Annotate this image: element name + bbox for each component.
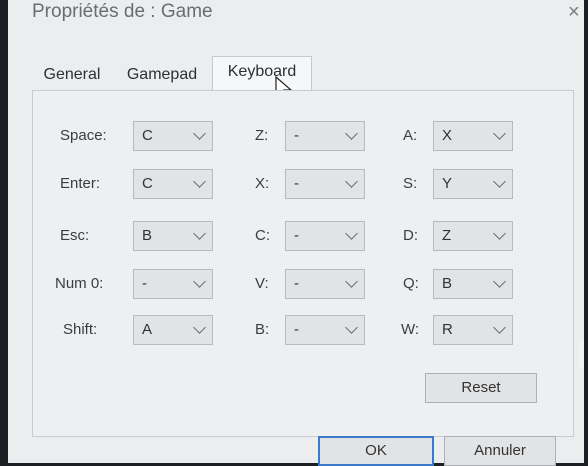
x-key-select[interactable]: - (285, 169, 365, 199)
window-edge-highlight (579, 340, 584, 368)
q-label: Q: (403, 275, 419, 292)
close-icon[interactable]: × (568, 2, 580, 22)
properties-dialog: Propriétés de : Game × General Gamepad K… (8, 0, 584, 466)
esc-label: Esc: (60, 227, 90, 244)
chevron-down-icon (193, 321, 206, 334)
tab-gamepad[interactable]: Gamepad (114, 60, 210, 90)
esc-key-value: B (142, 227, 153, 244)
b-key-value: - (294, 321, 299, 338)
d-label: D: (403, 227, 418, 244)
d-key-value: Z (442, 227, 452, 244)
v-key-value: - (294, 275, 299, 292)
z-label: Z: (255, 127, 269, 144)
c-key-value: - (294, 227, 299, 244)
keyboard-panel: Space: C Enter: C Esc: B Num 0: - Shift:… (32, 90, 574, 437)
shift-key-select[interactable]: A (133, 315, 213, 345)
v-label: V: (255, 275, 269, 292)
chevron-down-icon (345, 227, 358, 240)
chevron-down-icon (345, 275, 358, 288)
chevron-down-icon (493, 321, 506, 334)
shift-key-value: A (142, 321, 153, 338)
tab-keyboard[interactable]: Keyboard (212, 56, 312, 91)
q-key-value: B (442, 275, 453, 292)
chevron-down-icon (193, 127, 206, 140)
enter-label: Enter: (60, 175, 101, 192)
w-label: W: (401, 321, 420, 338)
chevron-down-icon (193, 227, 206, 240)
cancel-button[interactable]: Annuler (444, 436, 556, 466)
b-key-select[interactable]: - (285, 315, 365, 345)
chevron-down-icon (193, 275, 206, 288)
q-key-select[interactable]: B (433, 269, 513, 299)
a-key-select[interactable]: X (433, 121, 513, 151)
w-key-value: R (442, 321, 453, 338)
reset-button[interactable]: Reset (425, 373, 537, 403)
enter-key-select[interactable]: C (133, 169, 213, 199)
chevron-down-icon (345, 321, 358, 334)
c-label: C: (255, 227, 270, 244)
chevron-down-icon (493, 275, 506, 288)
d-key-select[interactable]: Z (433, 221, 513, 251)
enter-key-value: C (142, 175, 153, 192)
v-key-select[interactable]: - (285, 269, 365, 299)
c-key-select[interactable]: - (285, 221, 365, 251)
a-label: A: (403, 127, 418, 144)
chevron-down-icon (493, 127, 506, 140)
chevron-down-icon (193, 175, 206, 188)
chevron-down-icon (345, 175, 358, 188)
num0-key-select[interactable]: - (133, 269, 213, 299)
num0-label: Num 0: (55, 275, 104, 292)
ok-button[interactable]: OK (318, 436, 434, 466)
esc-key-select[interactable]: B (133, 221, 213, 251)
s-key-select[interactable]: Y (433, 169, 513, 199)
num0-key-value: - (142, 275, 147, 292)
x-label: X: (255, 175, 270, 192)
a-key-value: X (442, 127, 453, 144)
dialog-title: Propriétés de : Game (32, 1, 213, 22)
z-key-select[interactable]: - (285, 121, 365, 151)
space-key-value: C (142, 127, 153, 144)
tab-general[interactable]: General (32, 60, 112, 90)
shift-label: Shift: (63, 321, 98, 338)
space-key-select[interactable]: C (133, 121, 213, 151)
w-key-select[interactable]: R (433, 315, 513, 345)
chevron-down-icon (345, 127, 358, 140)
s-key-value: Y (442, 175, 453, 192)
s-label: S: (403, 175, 418, 192)
chevron-down-icon (493, 175, 506, 188)
b-label: B: (255, 321, 270, 338)
z-key-value: - (294, 127, 299, 144)
x-key-value: - (294, 175, 299, 192)
space-label: Space: (60, 127, 107, 144)
chevron-down-icon (493, 227, 506, 240)
